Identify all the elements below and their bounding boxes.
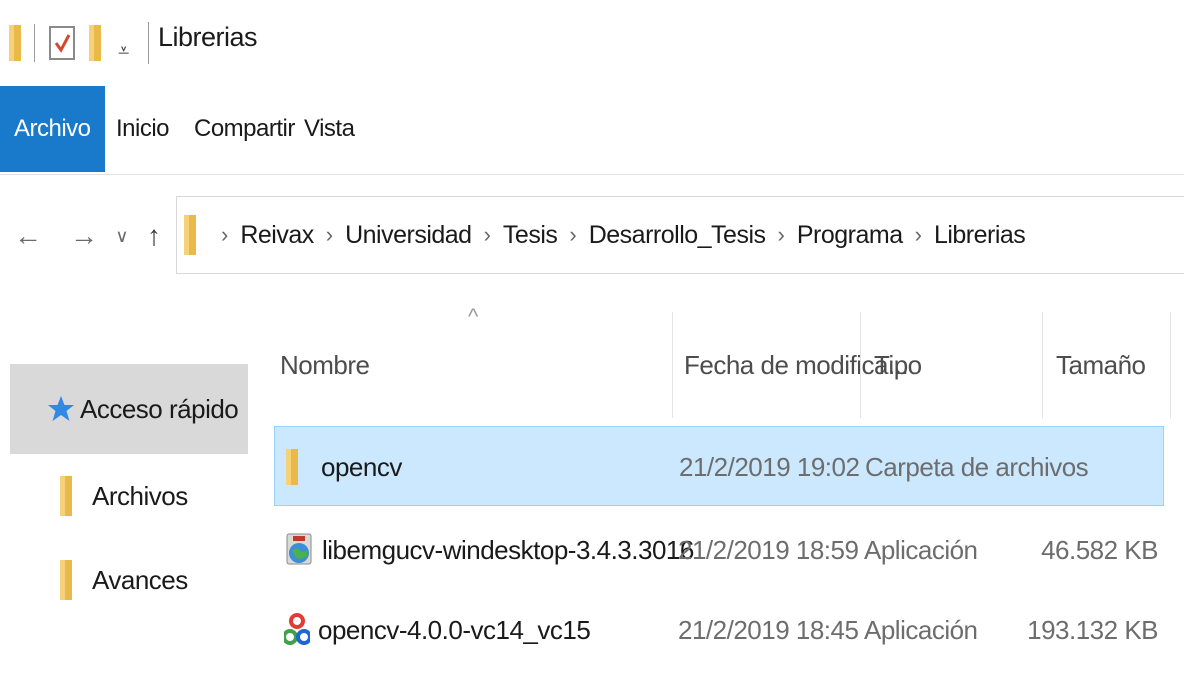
file-name-cell: libemgucv-windesktop-3.4.3.3016 bbox=[284, 510, 694, 590]
file-date: 21/2/2019 19:02 bbox=[679, 451, 860, 482]
tab-inicio[interactable]: Inicio bbox=[116, 86, 170, 172]
star-icon bbox=[46, 394, 76, 424]
folder-icon bbox=[60, 476, 72, 516]
column-divider[interactable] bbox=[672, 312, 673, 418]
tab-archivo[interactable]: Archivo bbox=[0, 86, 105, 172]
nav-item-avances[interactable]: Avances bbox=[60, 550, 188, 610]
file-row[interactable]: opencv-4.0.0-vc14_vc15 21/2/2019 18:45 A… bbox=[274, 590, 1164, 670]
column-header-size[interactable]: Tamaño bbox=[1056, 336, 1146, 394]
column-header-name[interactable]: Nombre bbox=[280, 336, 370, 394]
file-type: Aplicación bbox=[864, 614, 978, 645]
tab-vista[interactable]: Vista bbox=[304, 86, 355, 172]
breadcrumb-reivax[interactable]: Reivax bbox=[240, 221, 314, 250]
nav-item-label: Archivos bbox=[92, 480, 188, 511]
column-divider[interactable] bbox=[1042, 312, 1043, 418]
file-name: opencv-4.0.0-vc14_vc15 bbox=[318, 614, 591, 645]
breadcrumb-tesis[interactable]: Tesis bbox=[503, 221, 558, 250]
breadcrumb-separator[interactable]: › bbox=[326, 222, 333, 248]
toolbar-separator bbox=[148, 22, 149, 64]
breadcrumb-separator[interactable]: › bbox=[915, 222, 922, 248]
file-date: 21/2/2019 18:59 bbox=[678, 534, 859, 565]
nav-item-label: Avances bbox=[92, 564, 188, 595]
back-arrow-icon[interactable]: ← bbox=[10, 214, 46, 258]
column-divider[interactable] bbox=[860, 312, 861, 418]
file-size: 193.132 KB bbox=[1027, 614, 1158, 645]
navigation-pane: Acceso rápido Archivos Avances bbox=[0, 300, 250, 697]
folder-icon bbox=[183, 213, 197, 257]
file-type: Carpeta de archivos bbox=[865, 451, 1089, 482]
installer-globe-icon bbox=[284, 532, 314, 568]
breadcrumb-universidad[interactable]: Universidad bbox=[345, 221, 472, 250]
nav-item-quick-access[interactable]: Acceso rápido bbox=[10, 364, 248, 454]
folder-icon bbox=[285, 447, 299, 487]
breadcrumb-librerias[interactable]: Librerias bbox=[934, 221, 1026, 250]
navigation-bar: ← → ∨ ↑ › Reivax › Universidad › Tesis ›… bbox=[0, 196, 1184, 276]
folder-icon bbox=[60, 560, 72, 600]
ribbon-tabs: Archivo Inicio Compartir Vista bbox=[0, 86, 1184, 175]
column-header-type[interactable]: Tipo bbox=[874, 336, 922, 394]
file-name: opencv bbox=[321, 451, 402, 482]
file-date: 21/2/2019 18:45 bbox=[678, 614, 859, 645]
breadcrumb-separator[interactable]: › bbox=[778, 222, 785, 248]
breadcrumb-separator[interactable]: › bbox=[221, 222, 228, 248]
forward-arrow-icon[interactable]: → bbox=[66, 214, 102, 258]
column-divider[interactable] bbox=[1170, 312, 1171, 418]
title-bar: ⩡ Librerias bbox=[0, 0, 1184, 84]
breadcrumb-separator[interactable]: › bbox=[484, 222, 491, 248]
file-explorer-window: ⩡ Librerias Archivo Inicio Compartir Vis… bbox=[0, 0, 1184, 697]
nav-item-archivos[interactable]: Archivos bbox=[60, 466, 188, 526]
new-folder-icon[interactable] bbox=[88, 22, 102, 64]
folder-icon[interactable] bbox=[8, 22, 22, 64]
file-name-cell: opencv bbox=[285, 427, 402, 507]
file-row[interactable]: libemgucv-windesktop-3.4.3.3016 21/2/201… bbox=[274, 510, 1164, 590]
file-size: 46.582 KB bbox=[1041, 534, 1158, 565]
up-arrow-icon[interactable]: ↑ bbox=[136, 214, 172, 258]
window-title: Librerias bbox=[158, 22, 258, 52]
file-list: ^ Nombre Fecha de modifica... Tipo Tamañ… bbox=[268, 300, 1184, 697]
file-name-cell: opencv-4.0.0-vc14_vc15 bbox=[284, 590, 591, 670]
file-type: Aplicación bbox=[864, 534, 978, 565]
opencv-logo-icon bbox=[284, 613, 310, 647]
toolbar-separator bbox=[34, 24, 35, 62]
file-name: libemgucv-windesktop-3.4.3.3016 bbox=[322, 534, 694, 565]
breadcrumb-programa[interactable]: Programa bbox=[797, 221, 903, 250]
nav-item-label: Acceso rápido bbox=[80, 393, 239, 424]
sort-ascending-icon: ^ bbox=[468, 304, 479, 329]
address-bar[interactable]: › Reivax › Universidad › Tesis › Desarro… bbox=[176, 196, 1184, 274]
customize-toolbar-dropdown-icon[interactable]: ⩡ bbox=[118, 30, 129, 72]
properties-checkmark-icon[interactable] bbox=[48, 22, 76, 64]
tab-compartir[interactable]: Compartir bbox=[194, 86, 295, 172]
breadcrumb-separator[interactable]: › bbox=[569, 222, 576, 248]
breadcrumb-desarrollo-tesis[interactable]: Desarrollo_Tesis bbox=[589, 221, 766, 250]
recent-locations-chevron-icon[interactable]: ∨ bbox=[104, 214, 140, 258]
file-row[interactable]: opencv 21/2/2019 19:02 Carpeta de archiv… bbox=[274, 426, 1164, 506]
